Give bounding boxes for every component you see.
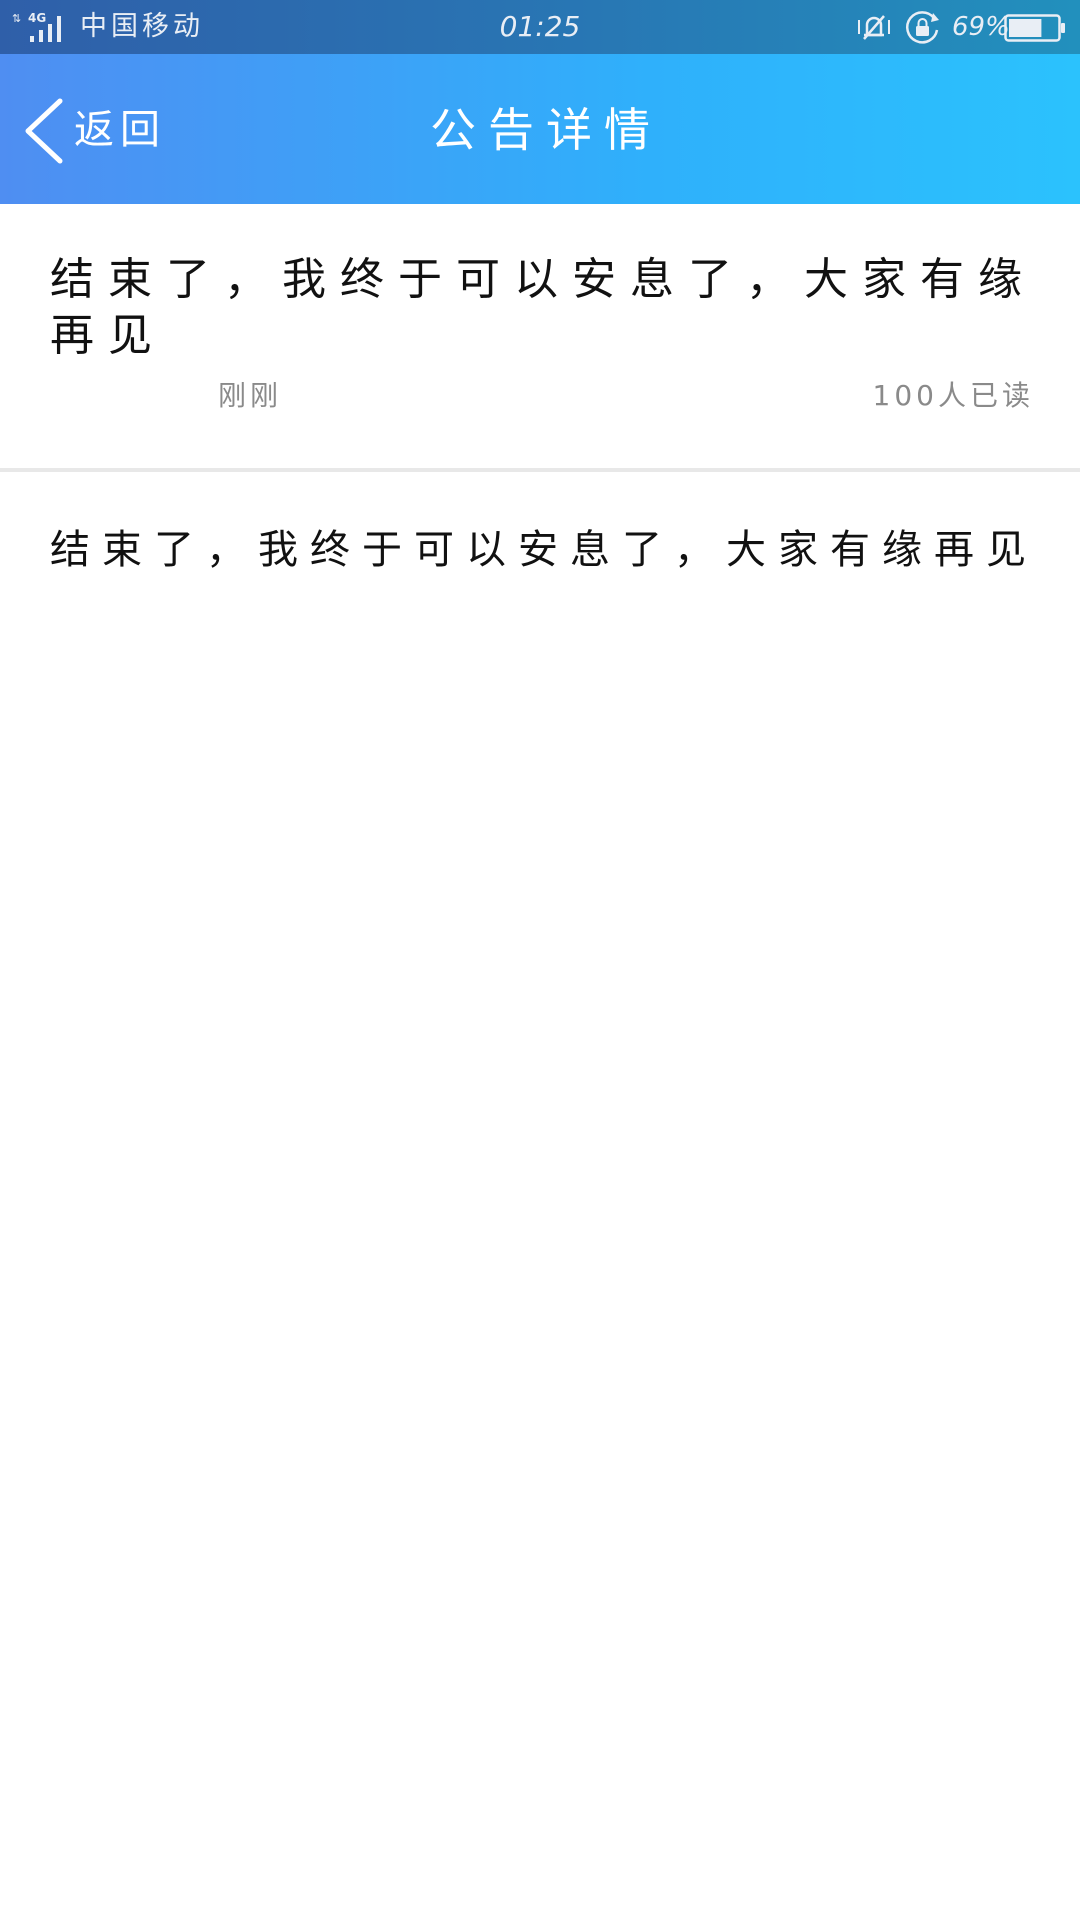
battery-percent: 69%: [952, 12, 1010, 42]
notice-header: 结束了，我终于可以安息了，大家有缘再见 刚刚 100人已读: [0, 204, 1080, 470]
mute-icon: [858, 15, 890, 40]
nav-bar: 返回 公告详情: [0, 54, 1080, 204]
status-bar: ⇅ 4G 中国移动 01:25 69%: [0, 0, 1080, 54]
page-title: 公告详情: [430, 103, 662, 157]
divider: [0, 468, 1080, 472]
notice-title: 结束了，我终于可以安息了，大家有缘再见: [50, 254, 1036, 361]
notice-time: 刚刚: [218, 379, 283, 412]
notice-body: 结束了，我终于可以安息了，大家有缘再见: [50, 527, 1038, 573]
rotation-lock-icon: [906, 11, 939, 44]
battery-fill: [1009, 19, 1042, 37]
read-count: 100人已读: [872, 379, 1034, 412]
battery-icon: [1004, 14, 1065, 42]
